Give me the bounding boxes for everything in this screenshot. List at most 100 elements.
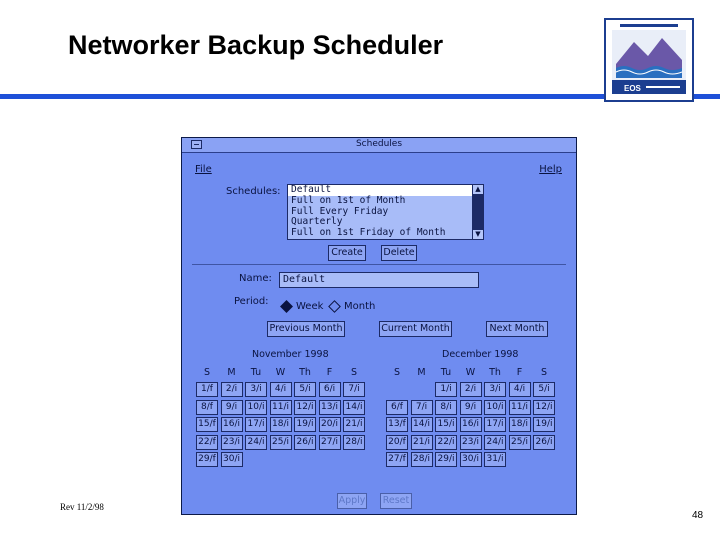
calendar-day[interactable]: 24/i (245, 434, 267, 450)
calendar-day[interactable]: 22/i (435, 434, 457, 450)
calendar-day[interactable]: 6/i (318, 382, 341, 397)
period-week-radio[interactable]: Week (280, 299, 324, 313)
calendar-day[interactable]: 13/f (386, 417, 408, 432)
calendar-day[interactable]: 11/i (508, 399, 531, 415)
schedule-item[interactable]: Full on 1st of Month (288, 195, 481, 207)
calendar-day[interactable]: 28/i (343, 434, 365, 450)
calendar-day[interactable]: 20/i (318, 417, 341, 432)
calendar-day[interactable]: 6/f (386, 399, 408, 415)
calendar-day[interactable]: 1/f (196, 382, 218, 397)
calendar-day[interactable]: 7/i (410, 399, 433, 415)
weekday-header: F (516, 367, 523, 378)
slide-title: Networker Backup Scheduler (68, 30, 444, 60)
calendar-day[interactable]: 4/i (508, 382, 531, 397)
current-month-button[interactable]: Current Month (379, 321, 452, 337)
calendar-day[interactable]: 26/i (533, 434, 555, 450)
schedules-scrollbar[interactable]: ▲ ▼ (472, 184, 484, 240)
calendar-day[interactable]: 2/i (459, 382, 482, 397)
calendar-day[interactable]: 17/i (484, 417, 506, 432)
calendar-day[interactable]: 15/f (196, 417, 218, 432)
radio-selected-icon (280, 299, 293, 313)
weekday-header: Th (489, 367, 501, 378)
period-label: Period: (234, 296, 269, 307)
schedule-item[interactable]: Full on 1st Friday of Month (288, 227, 481, 239)
calendar-day[interactable]: 30/i (459, 452, 482, 467)
weekday-header: S (350, 367, 358, 378)
calendar-day[interactable]: 10/i (484, 399, 506, 415)
calendar-day[interactable]: 23/i (220, 434, 243, 450)
reset-button[interactable]: Reset (380, 493, 412, 509)
scroll-down-arrow-icon[interactable]: ▼ (473, 230, 483, 239)
previous-month-button[interactable]: Previous Month (267, 321, 345, 337)
period-week-label: Week (296, 301, 324, 312)
calendar-day[interactable]: 25/i (269, 434, 292, 450)
calendar-day[interactable]: 26/i (294, 434, 316, 450)
calendar-day[interactable]: 24/i (484, 434, 506, 450)
calendar-day[interactable]: 28/i (410, 452, 433, 467)
next-month-button[interactable]: Next Month (486, 321, 548, 337)
calendar-day[interactable]: 22/f (196, 434, 218, 450)
calendar-day[interactable]: 3/i (484, 382, 506, 397)
menu-help[interactable]: Help (539, 164, 562, 175)
name-field[interactable]: Default (279, 272, 479, 288)
calendar-day[interactable]: 12/i (533, 399, 555, 415)
calendar-day[interactable]: 18/i (269, 417, 292, 432)
create-button[interactable]: Create (328, 245, 366, 261)
calendar-day[interactable]: 8/f (196, 399, 218, 415)
weekday-header: Tu (440, 367, 452, 378)
calendar-day[interactable]: 29/f (196, 452, 218, 467)
calendar-day[interactable]: 25/i (508, 434, 531, 450)
calendar-day[interactable]: 9/i (459, 399, 482, 415)
calendar-day[interactable]: 21/i (410, 434, 433, 450)
calendar-day[interactable]: 31/i (484, 452, 506, 467)
calendar-day[interactable]: 27/i (318, 434, 341, 450)
calendar-day[interactable]: 30/i (220, 452, 243, 467)
calendar-day[interactable]: 5/i (294, 382, 316, 397)
radio-unselected-icon (328, 299, 341, 313)
calendar-day[interactable]: 13/i (318, 399, 341, 415)
calendar-day[interactable]: 3/i (245, 382, 267, 397)
calendar-day[interactable]: 19/i (294, 417, 316, 432)
weekday-header: S (393, 367, 401, 378)
calendar-day[interactable]: 4/i (269, 382, 292, 397)
calendar-day[interactable]: 17/i (245, 417, 267, 432)
calendar-day[interactable]: 10/i (245, 399, 267, 415)
svg-text:EOS: EOS (624, 84, 642, 93)
eos-logo: EOS (604, 18, 694, 102)
weekday-header: F (326, 367, 333, 378)
calendar-day[interactable]: 9/i (220, 399, 243, 415)
calendar-day[interactable]: 23/i (459, 434, 482, 450)
calendar-day[interactable]: 16/i (459, 417, 482, 432)
page-number: 48 (692, 510, 704, 521)
calendar-day[interactable]: 19/i (533, 417, 555, 432)
december-calendar-title: December 1998 (442, 349, 519, 360)
calendar-day[interactable]: 27/f (386, 452, 408, 467)
calendar-day[interactable]: 11/i (269, 399, 292, 415)
calendar-day[interactable]: 12/i (294, 399, 316, 415)
calendar-day[interactable]: 29/i (435, 452, 457, 467)
period-month-radio[interactable]: Month (328, 299, 375, 313)
calendar-day[interactable]: 21/i (343, 417, 365, 432)
weekday-header: M (227, 367, 236, 378)
weekday-header: M (417, 367, 426, 378)
calendar-day[interactable]: 2/i (220, 382, 243, 397)
apply-button[interactable]: Apply (337, 493, 367, 509)
calendar-day[interactable]: 1/i (435, 382, 457, 397)
schedules-window: Schedules File Help Schedules: Default F… (181, 137, 577, 515)
name-label: Name: (239, 273, 272, 284)
calendar-day[interactable]: 14/i (343, 399, 365, 415)
calendar-day[interactable]: 5/i (533, 382, 555, 397)
calendar-day[interactable]: 15/i (435, 417, 457, 432)
schedules-list[interactable]: Default Full on 1st of Month Full Every … (287, 184, 482, 240)
calendar-day[interactable]: 18/i (508, 417, 531, 432)
menu-file[interactable]: File (195, 164, 212, 175)
calendar-day[interactable]: 8/i (435, 399, 457, 415)
window-titlebar[interactable]: Schedules (182, 138, 576, 153)
calendar-day[interactable]: 7/i (343, 382, 365, 397)
delete-button[interactable]: Delete (381, 245, 417, 261)
calendar-day[interactable]: 20/f (386, 434, 408, 450)
calendar-day[interactable]: 14/i (410, 417, 433, 432)
scroll-up-arrow-icon[interactable]: ▲ (473, 185, 483, 194)
weekday-header: S (540, 367, 548, 378)
calendar-day[interactable]: 16/i (220, 417, 243, 432)
